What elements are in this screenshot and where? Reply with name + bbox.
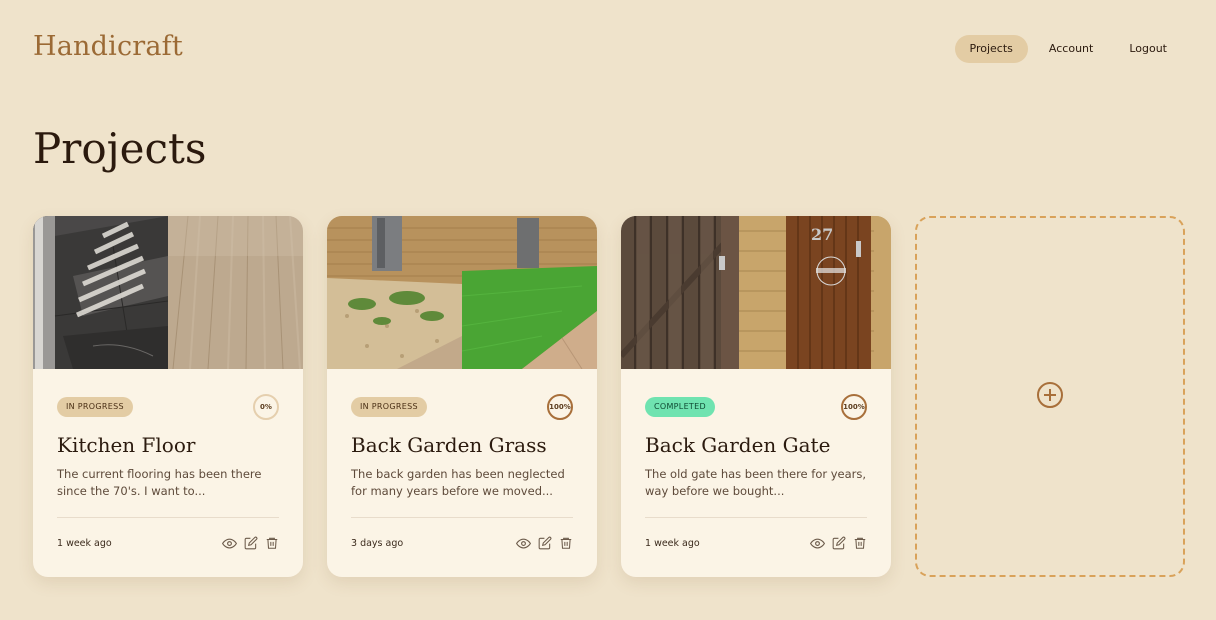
top-nav: Projects Account Logout (954, 35, 1182, 63)
project-photo (327, 216, 597, 369)
before-image (327, 216, 462, 369)
progress-label: 0% (260, 403, 272, 411)
progress-ring: 100% (841, 394, 867, 420)
status-badge: IN PROGRESS (351, 397, 427, 417)
page-title: Projects (33, 124, 207, 173)
trash-icon[interactable] (264, 536, 279, 551)
card-title[interactable]: Back Garden Grass (351, 433, 573, 457)
nav-logout[interactable]: Logout (1114, 35, 1182, 63)
divider (57, 517, 279, 518)
edit-icon[interactable] (831, 536, 846, 551)
brand-logo[interactable]: Handicraft (33, 31, 183, 62)
eye-icon[interactable] (222, 536, 237, 551)
project-card[interactable]: 27 COMPLETED 100% Back Garden Gate The o… (621, 216, 891, 577)
card-description: The old gate has been there for years, w… (645, 467, 867, 498)
timestamp: 1 week ago (57, 537, 112, 549)
nav-account[interactable]: Account (1034, 35, 1108, 63)
card-title[interactable]: Kitchen Floor (57, 433, 279, 457)
nav-projects[interactable]: Projects (954, 35, 1028, 63)
project-photo (33, 216, 303, 369)
after-image: 27 (756, 216, 891, 369)
add-project-card[interactable] (915, 216, 1185, 577)
status-badge: COMPLETED (645, 397, 715, 417)
card-body: COMPLETED 100% Back Garden Gate The old … (621, 369, 891, 577)
project-card[interactable]: IN PROGRESS 100% Back Garden Grass The b… (327, 216, 597, 577)
before-image (33, 216, 168, 369)
card-title[interactable]: Back Garden Gate (645, 433, 867, 457)
card-description: The back garden has been neglected for m… (351, 467, 565, 498)
timestamp: 1 week ago (645, 537, 700, 549)
after-image (168, 216, 303, 369)
svg-text:27: 27 (811, 225, 833, 244)
card-description: The current flooring has been there sinc… (57, 467, 262, 498)
trash-icon[interactable] (558, 536, 573, 551)
progress-ring: 0% (253, 394, 279, 420)
project-grid: IN PROGRESS 0% Kitchen Floor The current… (33, 216, 1185, 577)
divider (351, 517, 573, 518)
after-image (462, 216, 597, 369)
card-body: IN PROGRESS 0% Kitchen Floor The current… (33, 369, 303, 577)
trash-icon[interactable] (852, 536, 867, 551)
timestamp: 3 days ago (351, 537, 404, 549)
status-badge: IN PROGRESS (57, 397, 133, 417)
edit-icon[interactable] (243, 536, 258, 551)
project-card[interactable]: IN PROGRESS 0% Kitchen Floor The current… (33, 216, 303, 577)
progress-label: 100% (549, 403, 571, 411)
divider (645, 517, 867, 518)
eye-icon[interactable] (810, 536, 825, 551)
before-image (621, 216, 756, 369)
edit-icon[interactable] (537, 536, 552, 551)
progress-ring: 100% (547, 394, 573, 420)
project-photo: 27 (621, 216, 891, 369)
progress-label: 100% (843, 403, 865, 411)
plus-circle-icon[interactable] (1036, 381, 1064, 413)
card-body: IN PROGRESS 100% Back Garden Grass The b… (327, 369, 597, 577)
eye-icon[interactable] (516, 536, 531, 551)
